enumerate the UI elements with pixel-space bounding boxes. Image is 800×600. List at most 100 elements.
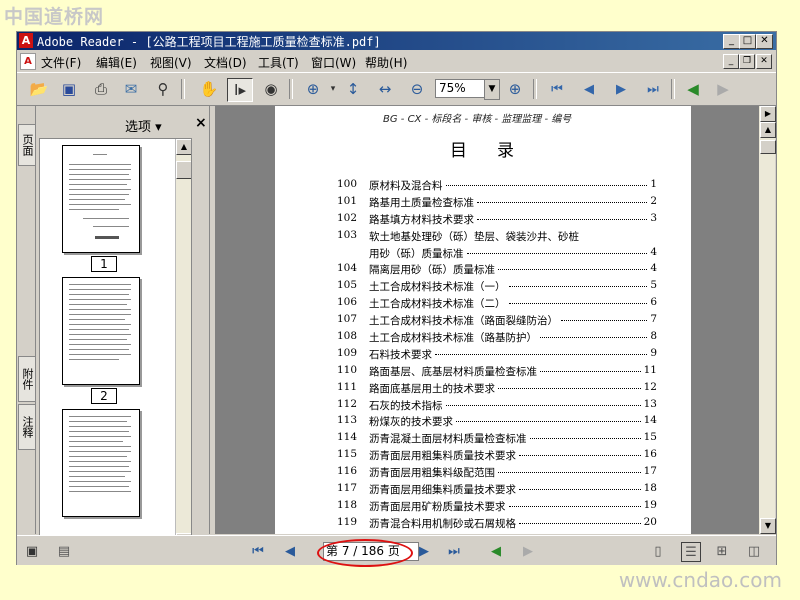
email-icon[interactable]: ✉ [119,78,143,100]
menu-file[interactable]: 文件(F) [41,54,81,71]
toc-number: 112 [337,397,358,410]
toc-title: 土工合成材料技术标准（路面裂缝防治） [369,315,558,328]
toc-number: 101 [337,194,358,207]
toc-title: 沥青面层用粗集料质量技术要求 [369,450,516,463]
options-menu[interactable]: 选项 ▾ [125,116,162,135]
toc-number: 104 [337,262,358,275]
toc-number: 108 [337,330,358,343]
toc-number: 118 [337,498,358,511]
menu-window[interactable]: 窗口(W) [311,54,356,71]
toc-number: 105 [337,279,358,292]
zoom-level-input[interactable]: 75% [435,79,488,98]
scroll-thumb[interactable] [760,140,776,154]
zoom-dropdown-arrow[interactable]: ▼ [484,79,500,100]
toc-number: 114 [337,431,358,444]
previous-page-icon[interactable]: ◀ [577,78,601,100]
doc-minimize-button[interactable]: _ [723,54,739,69]
toc-leader-dots [519,488,641,491]
page-thumbnail[interactable] [62,277,140,385]
menu-tools[interactable]: 工具(T) [258,54,299,71]
fit-width-icon[interactable]: ↔ [373,78,397,100]
toolbar-separator [671,79,675,99]
last-page-icon[interactable]: ⏭ [641,78,665,100]
menu-help[interactable]: 帮助(H) [365,54,407,71]
open-folder-icon[interactable]: 📂 [27,78,51,100]
status-forward-icon[interactable]: ▶ [519,542,537,560]
toc-page: 5 [650,279,657,292]
tab-pages[interactable]: 页面 [18,124,36,166]
zoom-out-icon[interactable]: ⊖ [405,78,429,100]
toc-title: 沥青混凝土面层材料质量检查标准 [369,433,527,446]
scroll-up-icon[interactable]: ▲ [176,139,191,155]
print-icon[interactable]: ⎙ [89,78,113,100]
doc-close-button[interactable]: ✕ [756,54,772,69]
select-text-icon[interactable]: I▸ [227,78,253,102]
snapshot-camera-icon[interactable]: ◉ [259,78,283,100]
doc-restore-button[interactable]: ❐ [739,54,755,69]
toc-page: 14 [643,414,657,427]
pdf-document-icon[interactable]: A [20,53,36,70]
first-page-icon[interactable]: ⏮ [545,78,569,100]
facing-pages-icon[interactable]: ⊞ [713,542,731,560]
minimize-button[interactable]: _ [723,34,740,49]
save-icon[interactable]: ▣ [57,78,81,100]
toc-title: 土工合成材料技术标准（路基防护） [369,332,537,345]
toc-leader-dots [540,370,641,372]
fit-height-icon[interactable]: ↕ [341,78,365,100]
toc-title: 沥青面层用粗集料级配范围 [369,467,495,480]
toc-leader-dots [530,437,641,440]
watermark-bottom: www.cndao.com [618,568,782,592]
screenshot-background: 中国道桥网 www.cndao.com A Adobe Reader - [公路… [0,0,800,600]
document-view[interactable]: BG - CX - 标段名 - 审核 - 监理监理 - 编号 目录 100 原材料… [215,106,759,534]
close-panel-icon[interactable]: × [195,115,207,131]
toc-page: 7 [650,313,657,326]
toc-leader-dots [477,218,647,220]
status-next-page-icon[interactable]: ▶ [415,542,433,560]
thumbnail-scrollbar[interactable]: ▲ ▼ [175,139,191,549]
toc-number: 107 [337,313,358,326]
toc-leader-dots [498,387,641,389]
menu-edit[interactable]: 编辑(E) [96,54,137,71]
title-bar[interactable]: A Adobe Reader - [公路工程项目工程施工质量检查标准.pdf] … [17,32,776,50]
hand-tool-icon[interactable]: ✋ [197,78,221,100]
document-scrollbar[interactable]: ▶ ▲ ▼ [759,106,776,534]
toc-title: 粉煤灰的技术要求 [369,416,453,429]
split-arrow-icon[interactable]: ▶ [760,106,776,122]
scroll-down-icon[interactable]: ▼ [760,518,776,534]
single-page-icon[interactable]: ▯ [649,542,667,560]
page-thumbnail[interactable] [62,409,140,517]
menu-bar: A 文件(F) 编辑(E) 视图(V) 文档(D) 工具(T) 窗口(W) 帮助… [17,51,776,71]
toc-number: 117 [337,482,358,495]
toc-title: 路基用土质量检查标准 [369,196,474,209]
handwritten-note: BG - CX - 标段名 - 审核 - 监理监理 - 编号 [383,114,572,125]
zoom-in-icon[interactable]: ⊕ [503,78,527,100]
toc-row: 109 石料技术要求 9 [337,347,657,364]
menu-view[interactable]: 视图(V) [150,54,192,71]
toc-page: 17 [643,465,657,478]
status-back-icon[interactable]: ◀ [487,542,505,560]
toc-page: 11 [643,363,657,376]
maximize-button[interactable]: □ [739,34,756,49]
tab-comments[interactable]: 注释 [18,404,36,450]
continuous-page-icon[interactable]: ☰ [681,542,701,562]
status-previous-page-icon[interactable]: ◀ [281,542,299,560]
next-page-icon[interactable]: ▶ [609,78,633,100]
go-back-icon[interactable]: ◀ [681,78,705,100]
status-last-page-icon[interactable]: ⏭ [445,542,463,560]
document-properties-icon[interactable]: ▤ [55,542,73,560]
toolbar-separator [181,79,185,99]
tab-attachments[interactable]: 附件 [18,356,36,402]
status-first-page-icon[interactable]: ⏮ [249,542,267,560]
scroll-up-icon[interactable]: ▲ [760,122,776,138]
menu-document[interactable]: 文档(D) [204,54,247,71]
toc-row: 113 粉煤灰的技术要求 14 [337,414,657,431]
continuous-facing-icon[interactable]: ◫ [745,542,763,560]
page-display-icon[interactable]: ▣ [23,542,41,560]
go-forward-icon[interactable]: ▶ [711,78,735,100]
close-button[interactable]: ✕ [756,34,773,49]
scroll-thumb[interactable] [176,161,191,179]
toc-page: 18 [643,482,657,495]
page-thumbnail[interactable] [62,145,140,253]
toc-row: 118 沥青面层用矿粉质量技术要求 19 [337,499,657,516]
search-binoculars-icon[interactable]: ⚲ [151,78,175,100]
